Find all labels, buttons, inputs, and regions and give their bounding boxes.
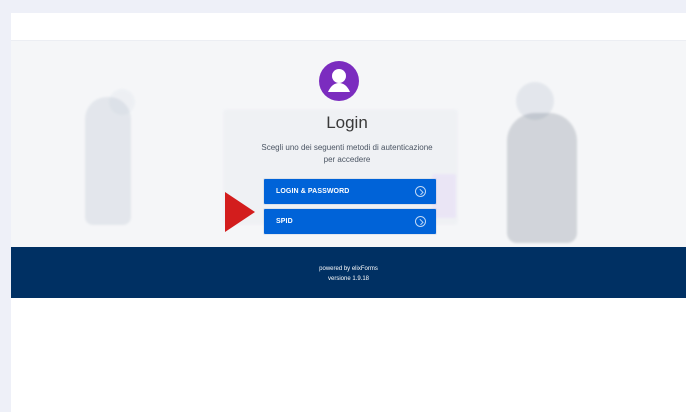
top-bar [11,13,686,41]
arrow-right-circle-icon [415,216,426,227]
authentication-helper-line-2: per accedere [323,155,371,164]
login-title: Login [326,113,368,132]
spid-button-label: SPID [276,218,293,225]
footer-text: powered by elixForms versione 1.9.18 [11,264,686,284]
red-pointer-arrow-icon [225,192,255,232]
background-person-right [507,113,577,243]
login-password-button[interactable]: LOGIN & PASSWORD [264,179,436,204]
user-avatar-icon [319,61,359,101]
background-person-left [85,97,131,225]
footer: powered by elixForms versione 1.9.18 [11,247,686,298]
arrow-right-circle-icon [415,186,426,197]
version-text: versione 1.9.18 [327,276,370,282]
empty-lower-area [11,298,686,412]
spid-button[interactable]: SPID [264,209,436,234]
powered-by-text: powered by elixForms [319,266,378,272]
authentication-helper-text: Scegli uno dei seguenti metodi di autent… [255,142,439,166]
login-page: Login Scegli uno dei seguenti metodi di … [11,13,686,412]
authentication-helper-line-1: Scegli uno dei seguenti metodi di autent… [261,143,433,152]
login-password-button-label: LOGIN & PASSWORD [276,188,350,195]
login-hero: Login Scegli uno dei seguenti metodi di … [11,41,686,247]
